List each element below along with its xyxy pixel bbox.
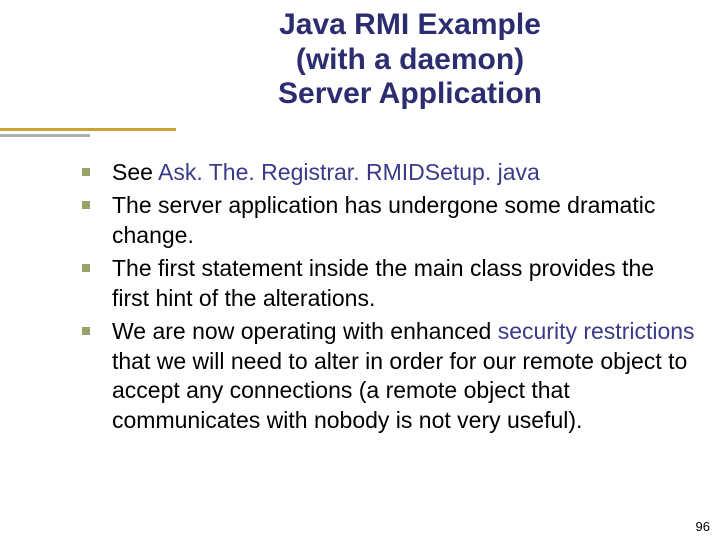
slide: Java RMI Example (with a daemon) Server … [0,0,720,540]
slide-title: Java RMI Example (with a daemon) Server … [180,8,640,112]
bullet-text-pre: See [112,159,158,185]
bullet-text-pre: We are now operating with enhanced [112,318,498,344]
bullet-text-highlight: security restrictions [498,318,695,344]
content-area: See Ask. The. Registrar. RMIDSetup. java… [72,158,696,439]
title-line-2: (with a daemon) [296,43,524,76]
bullet-text-pre: The server application has undergone som… [112,192,655,247]
list-item: We are now operating with enhanced secur… [72,317,696,435]
title-line-1: Java RMI Example [279,8,541,41]
title-line-3: Server Application [278,77,542,110]
bullet-text-highlight: Ask. The. Registrar. RMIDSetup. java [158,159,540,185]
bullet-text-pre: The first statement inside the main clas… [112,255,654,310]
page-number: 96 [696,519,710,534]
decorative-line-gray [0,134,90,137]
list-item: The first statement inside the main clas… [72,254,696,313]
bullet-list: See Ask. The. Registrar. RMIDSetup. java… [72,158,696,435]
list-item: The server application has undergone som… [72,191,696,250]
decorative-line-gold [0,128,176,131]
bullet-text-post: that we will need to alter in order for … [112,348,687,433]
list-item: See Ask. The. Registrar. RMIDSetup. java [72,158,696,187]
